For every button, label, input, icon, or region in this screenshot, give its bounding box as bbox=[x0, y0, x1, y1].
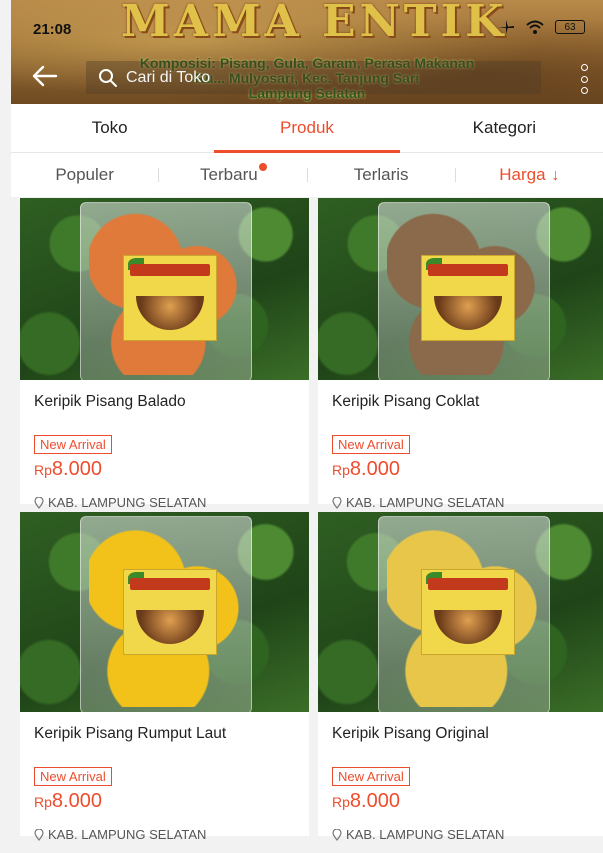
product-title: Keripik Pisang Rumput Laut bbox=[34, 725, 227, 742]
status-bar: 21:08 63 bbox=[11, 0, 603, 40]
sort-populer[interactable]: Populer bbox=[11, 165, 158, 185]
sort-terbaru-label: Terbaru bbox=[200, 165, 258, 184]
sort-harga-label: Harga bbox=[499, 165, 546, 184]
new-arrival-badge: New Arrival bbox=[34, 767, 112, 786]
product-image bbox=[318, 512, 603, 712]
search-icon bbox=[99, 68, 117, 87]
location-pin-icon bbox=[332, 496, 342, 509]
new-arrival-badge: New Arrival bbox=[332, 767, 410, 786]
product-card[interactable]: Keripik Pisang Rumput Laut New Arrival R… bbox=[20, 512, 309, 842]
product-title: Keripik Pisang Original bbox=[332, 725, 489, 742]
price-amount: 8.000 bbox=[51, 458, 102, 480]
location-pin-icon bbox=[34, 828, 44, 841]
product-card[interactable]: Keripik Pisang Original New Arrival Rp8.… bbox=[318, 512, 603, 842]
product-image bbox=[20, 512, 309, 712]
product-price: Rp8.000 bbox=[34, 458, 309, 481]
new-arrival-badge: New Arrival bbox=[332, 435, 410, 454]
more-options-icon[interactable] bbox=[579, 64, 589, 94]
sort-terlaris-label: Terlaris bbox=[353, 165, 409, 184]
status-time: 21:08 bbox=[33, 21, 72, 38]
price-amount: 8.000 bbox=[349, 790, 400, 812]
airplane-icon bbox=[498, 20, 514, 34]
location-text: KAB. LAMPUNG SELATAN bbox=[48, 827, 207, 842]
location-pin-icon bbox=[332, 828, 342, 841]
price-currency: Rp bbox=[332, 462, 350, 478]
arrow-down-icon: ↓ bbox=[551, 167, 560, 184]
new-arrival-badge: New Arrival bbox=[34, 435, 112, 454]
new-indicator-dot bbox=[258, 163, 267, 171]
product-image bbox=[318, 198, 603, 380]
product-location: KAB. LAMPUNG SELATAN bbox=[34, 827, 309, 842]
location-text: KAB. LAMPUNG SELATAN bbox=[48, 495, 207, 510]
product-title: Keripik Pisang Balado bbox=[34, 393, 186, 410]
back-arrow-icon[interactable] bbox=[30, 62, 58, 90]
product-price: Rp8.000 bbox=[332, 458, 603, 481]
wifi-icon bbox=[526, 20, 544, 34]
product-image bbox=[20, 198, 309, 380]
product-card[interactable]: Keripik Pisang Balado New Arrival Rp8.00… bbox=[20, 198, 309, 510]
battery-icon: 63 bbox=[555, 20, 585, 34]
tab-kategori[interactable]: Kategori bbox=[406, 104, 603, 152]
product-location: KAB. LAMPUNG SELATAN bbox=[332, 827, 603, 842]
location-text: KAB. LAMPUNG SELATAN bbox=[346, 827, 505, 842]
product-card[interactable]: Keripik Pisang Coklat New Arrival Rp8.00… bbox=[318, 198, 603, 510]
price-currency: Rp bbox=[34, 462, 52, 478]
search-input[interactable] bbox=[124, 67, 508, 88]
location-text: KAB. LAMPUNG SELATAN bbox=[346, 495, 505, 510]
sort-harga[interactable]: Harga ↓ bbox=[456, 165, 603, 185]
sort-bar: Populer Terbaru Terlaris Harga ↓ bbox=[11, 153, 603, 197]
tab-toko[interactable]: Toko bbox=[11, 104, 208, 152]
price-currency: Rp bbox=[332, 794, 350, 810]
sort-terbaru[interactable]: Terbaru bbox=[159, 163, 306, 185]
price-amount: 8.000 bbox=[349, 458, 400, 480]
product-location: KAB. LAMPUNG SELATAN bbox=[332, 495, 603, 510]
product-price: Rp8.000 bbox=[34, 790, 309, 813]
price-currency: Rp bbox=[34, 794, 52, 810]
tab-produk[interactable]: Produk bbox=[208, 104, 405, 153]
shop-tabs: Toko Produk Kategori bbox=[11, 104, 603, 153]
location-pin-icon bbox=[34, 496, 44, 509]
status-icons: 63 bbox=[497, 19, 585, 35]
product-title: Keripik Pisang Coklat bbox=[332, 393, 480, 410]
sort-populer-label: Populer bbox=[55, 165, 114, 184]
search-bar[interactable] bbox=[86, 61, 541, 94]
sort-terlaris[interactable]: Terlaris bbox=[308, 165, 455, 185]
price-amount: 8.000 bbox=[51, 790, 102, 812]
product-location: KAB. LAMPUNG SELATAN bbox=[34, 495, 309, 510]
product-price: Rp8.000 bbox=[332, 790, 603, 813]
